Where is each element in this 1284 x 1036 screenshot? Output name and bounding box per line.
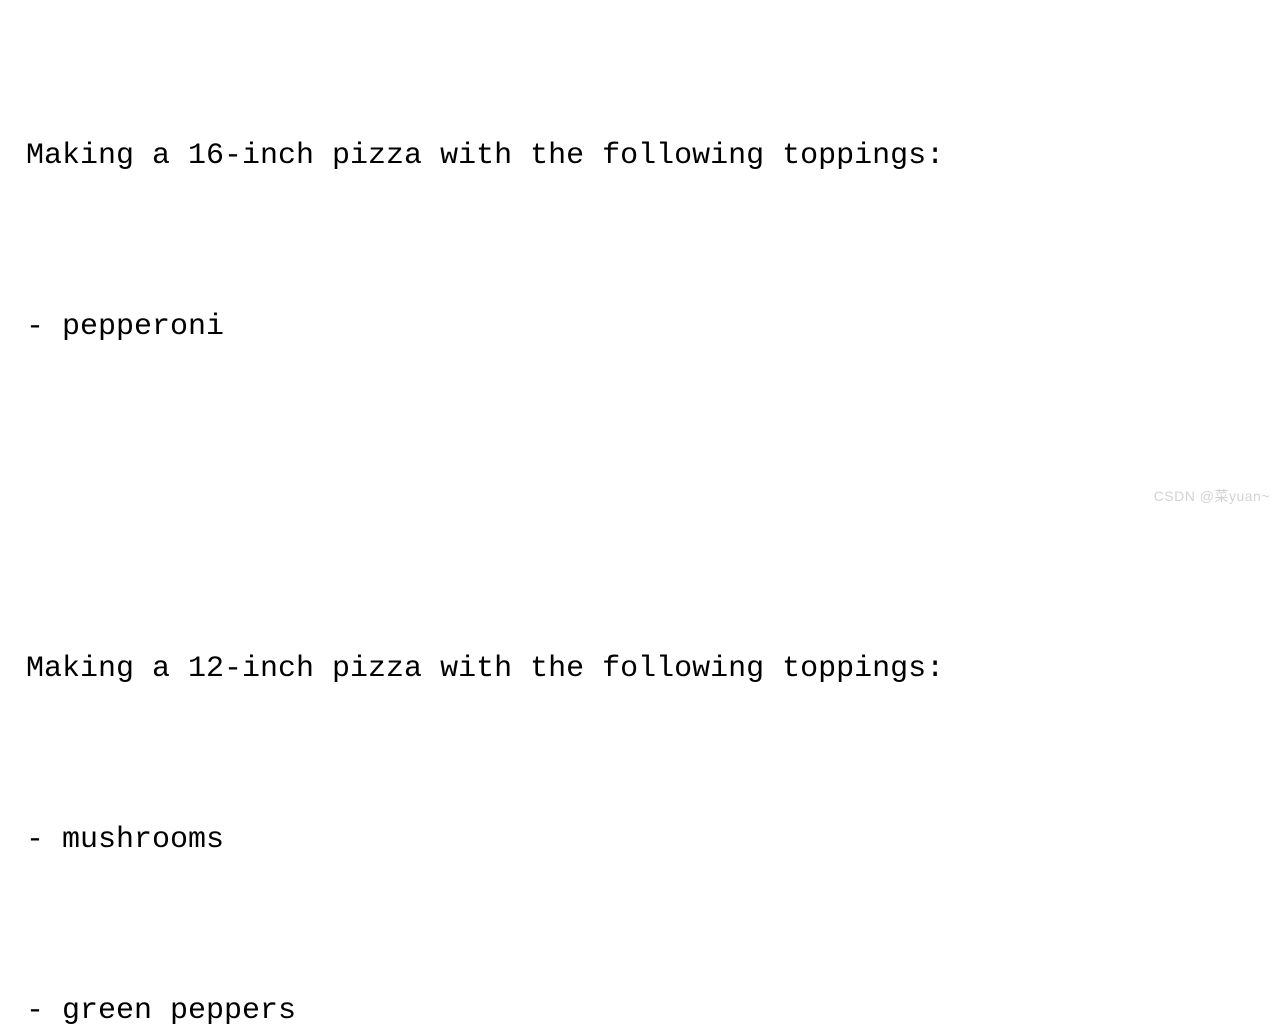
topping-item: - mushrooms: [26, 812, 1258, 869]
console-output: Making a 16-inch pizza with the followin…: [26, 14, 1258, 1036]
topping-item: - pepperoni: [26, 299, 1258, 356]
watermark: CSDN @菜yuan~: [1154, 483, 1270, 510]
pizza-header: Making a 12-inch pizza with the followin…: [26, 641, 1258, 698]
topping-item: - green peppers: [26, 983, 1258, 1036]
pizza-header: Making a 16-inch pizza with the followin…: [26, 128, 1258, 185]
blank-line: [26, 470, 1258, 527]
